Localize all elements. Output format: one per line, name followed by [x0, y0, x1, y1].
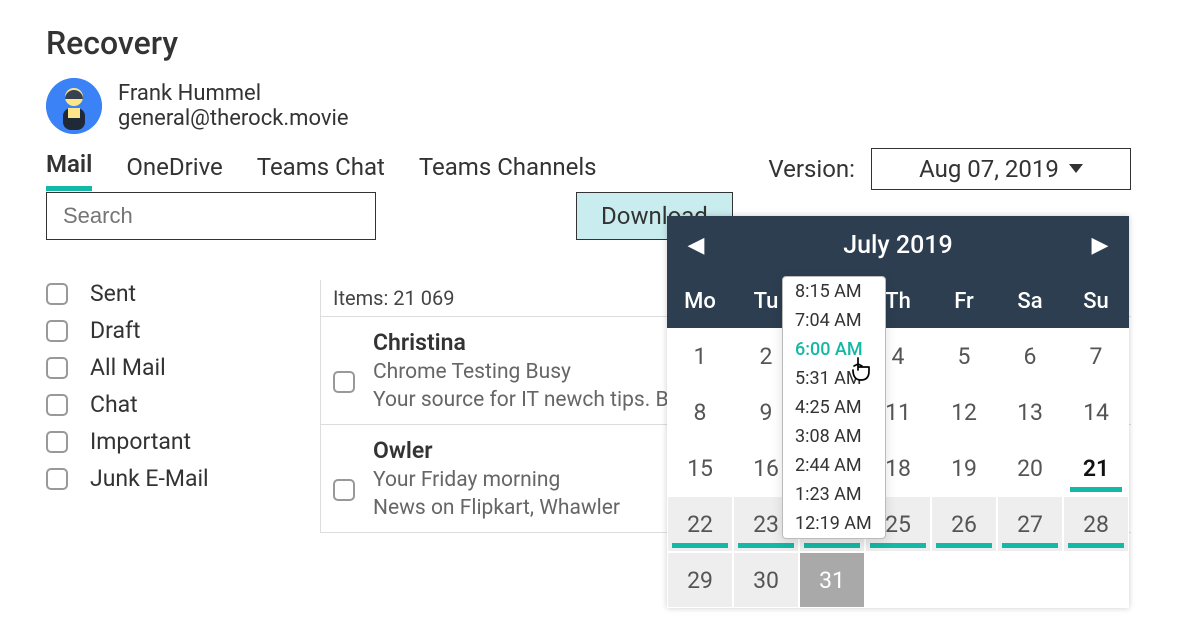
page-title: Recovery: [46, 24, 1131, 62]
calendar-popup: ◀ July 2019 ▶ MoTuWeThFrSaSu 12345678910…: [667, 216, 1129, 608]
folder-label: Chat: [90, 391, 138, 418]
tab-mail[interactable]: Mail: [46, 146, 92, 191]
calendar-next-icon[interactable]: ▶: [1085, 233, 1115, 258]
message-subject: Chrome Testing Busy: [373, 360, 680, 384]
time-option[interactable]: 4:25 AM: [783, 393, 885, 422]
calendar-day[interactable]: 30: [733, 552, 799, 608]
search-input[interactable]: [46, 192, 376, 240]
calendar-dayname: Fr: [931, 289, 997, 314]
time-option[interactable]: 8:15 AM: [783, 277, 885, 306]
folder-item[interactable]: Chat: [46, 391, 316, 418]
chevron-down-icon: [1069, 164, 1083, 173]
version-selected: Aug 07, 2019: [919, 155, 1059, 183]
calendar-day[interactable]: 28: [1063, 496, 1129, 552]
calendar-day[interactable]: 6: [997, 328, 1063, 384]
calendar-dayname: Sa: [997, 289, 1063, 314]
version-label: Version:: [768, 155, 855, 183]
message-subject: Your Friday morning: [373, 468, 620, 492]
calendar-day[interactable]: 26: [931, 496, 997, 552]
version-dropdown[interactable]: Aug 07, 2019: [871, 148, 1131, 190]
calendar-day[interactable]: 31: [799, 552, 865, 608]
folder-item[interactable]: Sent: [46, 280, 316, 307]
folder-label: Sent: [90, 280, 136, 307]
avatar: [46, 78, 102, 134]
calendar-day[interactable]: 7: [1063, 328, 1129, 384]
time-option[interactable]: 6:00 AM: [783, 335, 885, 364]
calendar-month: July 2019: [843, 231, 952, 260]
folder-item[interactable]: Important: [46, 428, 316, 455]
user-row: Frank Hummel general@therock.movie: [46, 78, 1131, 134]
calendar-day[interactable]: 20: [997, 440, 1063, 496]
calendar-day[interactable]: 14: [1063, 384, 1129, 440]
calendar-day[interactable]: 29: [667, 552, 733, 608]
folder-checkbox[interactable]: [46, 468, 68, 490]
folder-checkbox[interactable]: [46, 431, 68, 453]
folder-label: Junk E-Mail: [90, 465, 209, 492]
message-checkbox[interactable]: [333, 371, 355, 393]
message-sender: Owler: [373, 437, 620, 464]
calendar-day[interactable]: 15: [667, 440, 733, 496]
calendar-day[interactable]: 13: [997, 384, 1063, 440]
calendar-day[interactable]: 22: [667, 496, 733, 552]
time-option[interactable]: 7:04 AM: [783, 306, 885, 335]
calendar-dayname: Mo: [667, 289, 733, 314]
calendar-day[interactable]: 1: [667, 328, 733, 384]
message-checkbox[interactable]: [333, 479, 355, 501]
time-option[interactable]: 12:19 AM: [783, 509, 885, 538]
folder-item[interactable]: All Mail: [46, 354, 316, 381]
folder-label: Draft: [90, 317, 140, 344]
tab-teams-channels[interactable]: Teams Channels: [419, 149, 597, 189]
time-option[interactable]: 5:31 AM: [783, 364, 885, 393]
tab-teams-chat[interactable]: Teams Chat: [257, 149, 385, 189]
folder-checkbox[interactable]: [46, 394, 68, 416]
message-preview: News on Flipkart, Whawler: [373, 496, 620, 520]
folder-checkbox[interactable]: [46, 283, 68, 305]
tabs: Mail OneDrive Teams Chat Teams Channels …: [46, 146, 1131, 192]
calendar-dayname: Su: [1063, 289, 1129, 314]
calendar-day[interactable]: 5: [931, 328, 997, 384]
time-option[interactable]: 3:08 AM: [783, 422, 885, 451]
folder-checkbox[interactable]: [46, 357, 68, 379]
time-popup: 8:15 AM7:04 AM6:00 AM5:31 AM4:25 AM3:08 …: [782, 276, 886, 539]
calendar-day[interactable]: 27: [997, 496, 1063, 552]
calendar-day[interactable]: 12: [931, 384, 997, 440]
user-email: general@therock.movie: [118, 106, 349, 131]
folder-label: Important: [90, 428, 191, 455]
time-option[interactable]: 1:23 AM: [783, 480, 885, 509]
folder-item[interactable]: Draft: [46, 317, 316, 344]
folder-label: All Mail: [90, 354, 166, 381]
time-option[interactable]: 2:44 AM: [783, 451, 885, 480]
folder-item[interactable]: Junk E-Mail: [46, 465, 316, 492]
message-preview: Your source for IT newch tips. Be: [373, 388, 680, 412]
sidebar: Sent Draft All Mail Chat Important Junk E-Mai…: [46, 280, 316, 533]
folder-checkbox[interactable]: [46, 320, 68, 342]
calendar-day[interactable]: 21: [1063, 440, 1129, 496]
tab-onedrive[interactable]: OneDrive: [126, 149, 222, 189]
message-sender: Christina: [373, 329, 680, 356]
calendar-day[interactable]: 19: [931, 440, 997, 496]
user-name: Frank Hummel: [118, 81, 349, 106]
calendar-prev-icon[interactable]: ◀: [681, 233, 711, 258]
calendar-day[interactable]: 8: [667, 384, 733, 440]
